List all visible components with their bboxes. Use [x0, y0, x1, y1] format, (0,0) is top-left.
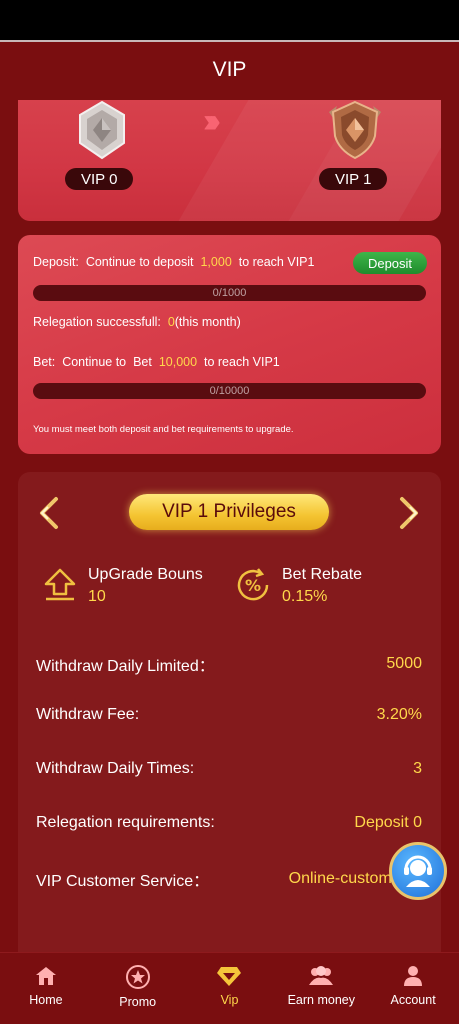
info-label: Withdraw Daily Limited：: [36, 658, 215, 675]
relegation-requirements-row: Relegation requirements: Deposit 0: [36, 814, 422, 832]
nav-promo[interactable]: Promo: [92, 953, 184, 1024]
next-level-chevron-icon[interactable]: [394, 494, 424, 532]
deposit-progress-text: 0/1000: [212, 287, 247, 299]
upgrade-arrow-icon: [44, 568, 76, 601]
vip0-badge: [52, 100, 152, 162]
info-value: 5000: [386, 655, 422, 672]
deposit-progress-bar: 0/1000: [33, 285, 426, 301]
vip1-badge: [305, 100, 405, 162]
silver-hexagon-badge-icon: [79, 100, 125, 160]
rebate-percent-icon: %: [237, 568, 269, 601]
deposit-amount: 1,000: [200, 255, 232, 269]
home-icon: [35, 967, 56, 985]
nav-vip[interactable]: Vip: [184, 953, 276, 1024]
privileges-card: VIP 1 Privileges UpGrade Bouns 10 % Bet …: [18, 472, 441, 952]
star-icon: [125, 965, 150, 989]
deposit-text: Continue to deposit: [85, 255, 194, 269]
withdraw-fee-row: Withdraw Fee: 3.20%: [36, 706, 422, 724]
bet-requirement-text: Bet: Continue to Bet 10,000 to reach VIP…: [33, 355, 280, 369]
info-label: Relegation requirements:: [36, 814, 215, 831]
previous-level-chevron-icon[interactable]: [34, 494, 64, 532]
nav-label: Account: [390, 993, 436, 1007]
vip-level-card: ››› VIP 0 VIP 1: [18, 100, 441, 221]
bet-amount: 10,000: [158, 355, 198, 369]
bet-word: Bet: [133, 355, 152, 369]
bet-text: Continue to: [62, 355, 127, 369]
withdraw-daily-times-row: Withdraw Daily Times: 3: [36, 760, 422, 778]
bottom-navigation: Home Promo Vip Earn money Account: [0, 952, 459, 1024]
info-value: 3.20%: [376, 706, 422, 723]
relegation-count: 0: [167, 315, 175, 329]
status-bar: [0, 0, 459, 42]
nav-label: Earn money: [287, 993, 355, 1007]
info-value: 3: [413, 760, 422, 777]
upgrade-note: You must meet both deposit and bet requi…: [33, 424, 294, 435]
deposit-requirement-text: Deposit: Continue to deposit 1,000 to re…: [33, 255, 314, 269]
nav-earn-money[interactable]: Earn money: [275, 953, 367, 1024]
info-label: Withdraw Fee:: [36, 706, 140, 723]
nav-account[interactable]: Account: [367, 953, 459, 1024]
bet-rebate-value: 0.15%: [282, 588, 328, 605]
info-label: VIP Customer Service：: [36, 873, 210, 890]
bet-rebate-label: Bet Rebate: [282, 566, 363, 583]
page-header: VIP: [0, 42, 459, 98]
diamond-icon: [217, 967, 242, 986]
customer-service-row: VIP Customer Service： Online-customer: [36, 867, 406, 891]
deposit-target: to reach VIP1: [238, 255, 315, 269]
users-icon: [309, 966, 334, 985]
headset-agent-icon: [404, 855, 432, 887]
nav-home[interactable]: Home: [0, 953, 92, 1024]
vip0-label: VIP 0: [65, 168, 134, 190]
deposit-prefix: Deposit:: [33, 255, 79, 269]
info-value: Deposit 0: [354, 814, 422, 831]
withdraw-daily-limit-row: Withdraw Daily Limited： 5000: [36, 652, 422, 676]
info-label: Withdraw Daily Times:: [36, 760, 195, 777]
bet-target: to reach VIP1: [204, 355, 280, 369]
relegation-suffix: (this month): [174, 315, 241, 329]
nav-label: Home: [29, 993, 63, 1007]
privileges-title-banner: VIP 1 Privileges: [121, 492, 337, 532]
privileges-title: VIP 1 Privileges: [129, 494, 329, 530]
nav-label: Vip: [220, 993, 239, 1007]
progress-arrows-icon: ›››: [203, 102, 221, 140]
upgrade-bonus-benefit: UpGrade Bouns 10: [42, 566, 203, 606]
relegation-label: Relegation successfull:: [33, 315, 161, 329]
bet-progress-bar: 0/10000: [33, 383, 426, 399]
person-icon: [404, 966, 423, 986]
upgrade-progress-card: Deposit: Continue to deposit 1,000 to re…: [18, 235, 441, 454]
customer-service-button[interactable]: [389, 842, 447, 900]
bet-rebate-benefit: % Bet Rebate 0.15%: [234, 566, 362, 606]
nav-label: Promo: [119, 995, 157, 1009]
svg-text:%: %: [245, 576, 261, 595]
bet-progress-text: 0/10000: [209, 385, 250, 397]
bet-prefix: Bet:: [33, 355, 56, 369]
upgrade-bonus-label: UpGrade Bouns: [88, 566, 203, 583]
deposit-button[interactable]: Deposit: [353, 252, 427, 274]
relegation-status: Relegation successfull: 0(this month): [33, 315, 241, 329]
page-title: VIP: [212, 58, 247, 81]
vip1-label: VIP 1: [319, 168, 388, 190]
bronze-shield-badge-icon: [329, 100, 381, 160]
upgrade-bonus-value: 10: [88, 588, 106, 605]
